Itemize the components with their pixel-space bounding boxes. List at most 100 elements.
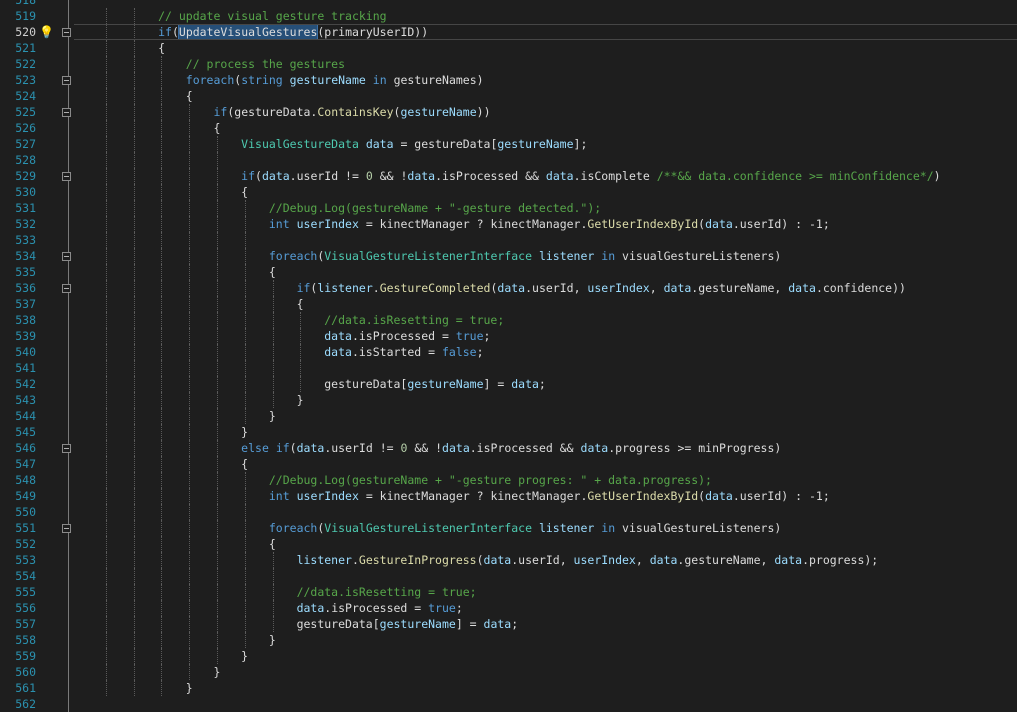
code-line[interactable]: 522 // process the gestures	[0, 56, 1017, 72]
code-token: visualGestureListeners)	[615, 521, 782, 535]
keyword-token: in	[601, 249, 616, 263]
collapse-icon[interactable]	[62, 284, 71, 293]
code-line[interactable]: 535 {	[0, 264, 1017, 280]
code-line[interactable]: 528	[0, 152, 1017, 168]
code-line[interactable]: 534 foreach(VisualGestureListenerInterfa…	[0, 248, 1017, 264]
indent-guide	[189, 216, 191, 232]
code-line[interactable]: 543 }	[0, 392, 1017, 408]
code-line[interactable]: 524 {	[0, 88, 1017, 104]
code-line[interactable]: 550	[0, 504, 1017, 520]
code-token: ];	[573, 137, 588, 151]
code-line[interactable]: 530 {	[0, 184, 1017, 200]
lightbulb-icon[interactable]: 💡	[39, 25, 54, 39]
code-token: (	[255, 169, 262, 183]
indent-guide	[217, 408, 218, 424]
code-line[interactable]: 562	[0, 696, 1017, 712]
code-line[interactable]: 555 //data.isResetting = true;	[0, 584, 1017, 600]
collapse-icon[interactable]	[62, 524, 71, 533]
code-line[interactable]: 538 //data.isResetting = true;	[0, 312, 1017, 328]
indent-guide	[161, 632, 163, 648]
indent-guide	[244, 376, 246, 392]
code-line[interactable]: 557 gestureData[gestureName] = data;	[0, 616, 1017, 632]
code-token: }	[213, 665, 221, 679]
code-line[interactable]: 559 }	[0, 648, 1017, 664]
collapse-icon[interactable]	[62, 108, 71, 117]
code-line[interactable]: 529 if(data.userId != 0 && !data.isProce…	[0, 168, 1017, 184]
code-line[interactable]: 541	[0, 360, 1017, 376]
identifier-token: data	[580, 441, 609, 455]
line-number: 561	[15, 681, 36, 695]
code-line[interactable]: 519 // update visual gesture tracking	[0, 8, 1017, 24]
code-line[interactable]: 540 data.isStarted = false;	[0, 344, 1017, 360]
code-line[interactable]: 532 int userIndex = kinectManager ? kine…	[0, 216, 1017, 232]
indent-guide	[133, 264, 135, 280]
method-token: GestureCompleted	[379, 281, 491, 295]
code-token: .userId) : -1;	[732, 217, 830, 231]
selection-highlight: UpdateVisualGestures	[177, 24, 319, 40]
indent-guide	[133, 600, 135, 616]
code-line[interactable]: 558 }	[0, 632, 1017, 648]
indent-guide	[105, 344, 107, 360]
code-line[interactable]: 544 }	[0, 408, 1017, 424]
code-token: (	[476, 553, 484, 567]
indent-guide	[189, 264, 191, 280]
code-line[interactable]: 545 }	[0, 424, 1017, 440]
code-line[interactable]: 561 }	[0, 680, 1017, 696]
code-editor[interactable]: 518 519 // update visual gesture tracking…	[0, 0, 1017, 712]
code-line[interactable]: 533	[0, 232, 1017, 248]
indent-guide	[161, 456, 163, 472]
indent-guide	[133, 184, 135, 200]
indent-guide	[217, 472, 218, 488]
collapse-icon[interactable]	[62, 172, 71, 181]
code-line[interactable]: 551 foreach(VisualGestureListenerInterfa…	[0, 520, 1017, 536]
code-text: }	[75, 424, 1017, 440]
identifier-token: gestureName	[289, 73, 366, 87]
indent-guide	[105, 168, 107, 184]
indent-guide	[161, 440, 163, 456]
code-line[interactable]: 556 data.isProcessed = true;	[0, 600, 1017, 616]
code-token: .userId !=	[324, 441, 401, 455]
collapse-icon[interactable]	[62, 444, 71, 453]
code-line[interactable]: 525 if(gestureData.ContainsKey(gestureNa…	[0, 104, 1017, 120]
code-line[interactable]: 518	[0, 0, 1017, 8]
indent-guide	[105, 200, 107, 216]
code-line[interactable]: 527 VisualGestureData data = gestureData…	[0, 136, 1017, 152]
code-line[interactable]: 554	[0, 568, 1017, 584]
code-token: .isProcessed &&	[435, 169, 546, 183]
indent-guide	[133, 424, 135, 440]
identifier-token: userIndex	[296, 489, 359, 503]
indent-guide	[244, 312, 246, 328]
indent-guide	[133, 456, 135, 472]
code-token: gestureNames)	[386, 73, 484, 87]
indent-guide	[105, 136, 107, 152]
code-line[interactable]: 553 listener.GestureInProgress(data.user…	[0, 552, 1017, 568]
collapse-icon[interactable]	[62, 76, 71, 85]
code-line[interactable]: 536 if(listener.GestureCompleted(data.us…	[0, 280, 1017, 296]
code-line[interactable]: 520 💡 if(UpdateVisualGestures(primaryUser…	[0, 24, 1017, 40]
code-line[interactable]: 552 {	[0, 536, 1017, 552]
indent-guide	[105, 104, 107, 120]
collapse-icon[interactable]	[62, 252, 71, 261]
code-line[interactable]: 539 data.isProcessed = true;	[0, 328, 1017, 344]
indent-guide	[133, 280, 135, 296]
code-line[interactable]: 537 {	[0, 296, 1017, 312]
code-line[interactable]: 547 {	[0, 456, 1017, 472]
code-line[interactable]: 531 //Debug.Log(gestureName + "-gesture …	[0, 200, 1017, 216]
indent-guide	[189, 312, 191, 328]
line-number: 523	[15, 73, 36, 87]
indent-guide	[161, 536, 163, 552]
code-line[interactable]: 548 //Debug.Log(gestureName + "-gesture …	[0, 472, 1017, 488]
code-line[interactable]: 560 }	[0, 664, 1017, 680]
indent-guide	[105, 584, 107, 600]
code-token: (gestureData.	[227, 105, 318, 119]
collapse-icon[interactable]	[62, 28, 71, 37]
code-line[interactable]: 542 gestureData[gestureName] = data;	[0, 376, 1017, 392]
code-line[interactable]: 526 {	[0, 120, 1017, 136]
code-line[interactable]: 546 else if(data.userId != 0 && !data.is…	[0, 440, 1017, 456]
code-line[interactable]: 549 int userIndex = kinectManager ? kine…	[0, 488, 1017, 504]
code-text: else if(data.userId != 0 && !data.isProc…	[75, 440, 1017, 456]
code-line[interactable]: 521 {	[0, 40, 1017, 56]
indent-guide	[161, 56, 163, 72]
code-line[interactable]: 523 foreach(string gestureName in gestur…	[0, 72, 1017, 88]
